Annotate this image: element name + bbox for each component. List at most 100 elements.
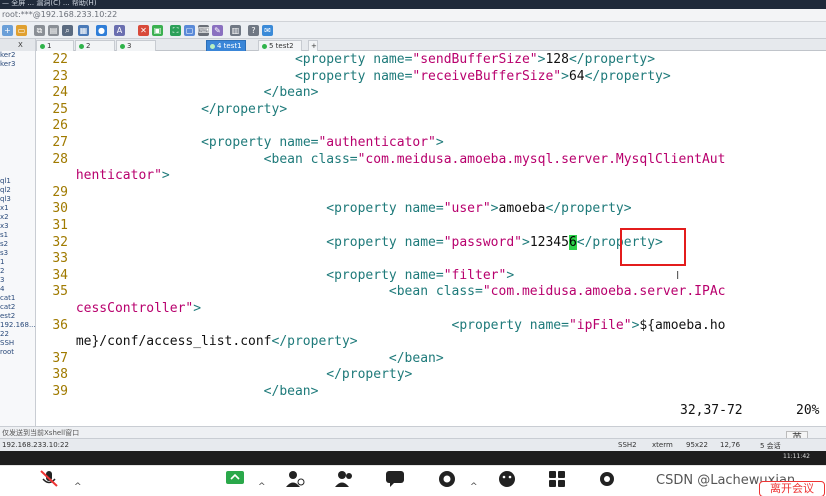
session-tree-item[interactable]: 192.168...: [0, 321, 35, 330]
annotation-highlight-box: [620, 228, 686, 266]
new-session-icon[interactable]: +: [2, 25, 13, 36]
code-token: >: [161, 168, 170, 184]
tab-test2[interactable]: 5 test2: [258, 40, 302, 51]
record-icon[interactable]: [436, 469, 458, 489]
session-tree-item[interactable]: s2: [0, 240, 35, 249]
terminal-view[interactable]: 22 <property name="sendBufferSize">128</…: [36, 51, 826, 426]
session-tree-item[interactable]: [0, 69, 35, 78]
session-tree-item[interactable]: x1: [0, 204, 35, 213]
session-tree-item[interactable]: [0, 87, 35, 96]
session-tree-item[interactable]: x2: [0, 213, 35, 222]
session-tree-item[interactable]: cat1: [0, 294, 35, 303]
session-tree-item[interactable]: s3: [0, 249, 35, 258]
line-number: 27: [52, 135, 68, 150]
tab-mysql1[interactable]: 1 mysql1: [36, 40, 74, 61]
members-icon[interactable]: [334, 469, 356, 489]
globe-icon[interactable]: ●: [96, 25, 107, 36]
layout-icon[interactable]: ▥: [230, 25, 241, 36]
code-token: name=: [404, 201, 444, 217]
session-tree-item[interactable]: SSH: [0, 339, 35, 348]
session-list: ker2 ker3 ql1 ql2 ql3 x1 x2 x3 s1 s2 s3 1 2 3 4 cat1 cat…: [0, 51, 35, 357]
session-tree-item[interactable]: [0, 78, 35, 87]
terminal-line: 27 <property name="authenticator">: [36, 135, 443, 152]
code-token: "user": [443, 201, 491, 217]
session-tree-item[interactable]: root: [0, 348, 35, 357]
chat-bubble-icon[interactable]: [384, 469, 406, 489]
code-token: me}/conf/access_list.conf: [75, 334, 272, 350]
chat-icon[interactable]: ✉: [262, 25, 273, 36]
code-token: "filter": [443, 267, 507, 283]
participants-icon[interactable]: [284, 469, 306, 489]
session-tree-item[interactable]: s1: [0, 231, 35, 240]
session-tree-item[interactable]: 4: [0, 285, 35, 294]
terminal-line: 39 </bean>: [36, 384, 318, 401]
line-number: 37: [52, 350, 68, 366]
xshell-icon[interactable]: ▣: [152, 25, 163, 36]
keyboard-icon[interactable]: ⌨: [198, 25, 210, 36]
session-tree-item[interactable]: ker2: [0, 51, 35, 60]
session-tree-item[interactable]: [0, 123, 35, 132]
session-tree-item[interactable]: ql3: [0, 195, 35, 204]
session-tree-item[interactable]: cat2: [0, 303, 35, 312]
session-tree-item[interactable]: est2: [0, 312, 35, 321]
mic-muted-icon[interactable]: [38, 469, 60, 489]
send-hint-bar[interactable]: 仅发送到当前Xshell窗口: [0, 426, 826, 438]
terminal-line: 25 </property>: [36, 102, 287, 119]
address-bar[interactable]: root:***@192.168.233.10:22: [0, 9, 826, 22]
paste-icon[interactable]: ▤: [48, 25, 59, 36]
share-screen-icon[interactable]: [224, 469, 246, 489]
session-tree-item[interactable]: x3: [0, 222, 35, 231]
session-tree-item[interactable]: [0, 168, 35, 177]
properties-icon[interactable]: ▦: [78, 25, 89, 36]
session-tree-item[interactable]: [0, 132, 35, 141]
mic-options-caret-icon[interactable]: ^: [74, 482, 82, 492]
font-icon[interactable]: A: [114, 25, 125, 36]
session-tree-item[interactable]: 22: [0, 330, 35, 339]
search-icon[interactable]: ⌕: [62, 25, 73, 36]
record-options-caret-icon[interactable]: ^: [470, 482, 478, 492]
session-tree-item[interactable]: ql1: [0, 177, 35, 186]
terminal-line: 37 </bean>: [36, 350, 443, 368]
open-folder-icon[interactable]: ▭: [16, 25, 27, 36]
status-dot-icon: [40, 44, 45, 49]
script-icon[interactable]: ✎: [212, 25, 223, 36]
new-tab-button[interactable]: +: [308, 40, 318, 51]
code-token: cessController": [75, 301, 194, 316]
session-tree-item[interactable]: [0, 150, 35, 159]
session-tree-item[interactable]: [0, 114, 35, 123]
terminal-line: me}/conf/access_list.conf</property>: [36, 334, 358, 351]
code-token: <property: [326, 234, 405, 250]
code-token: >: [193, 301, 202, 316]
session-tree-item[interactable]: 3: [0, 276, 35, 285]
session-tree-item[interactable]: ql2: [0, 186, 35, 195]
code-token: "password": [443, 234, 522, 250]
help-icon[interactable]: ?: [248, 25, 259, 36]
status-bar: 192.168.233.10:22 SSH2 xterm 95x22 12,76…: [0, 438, 826, 451]
xftp-icon[interactable]: ✕: [138, 25, 149, 36]
leave-meeting-button[interactable]: 离开会议: [759, 481, 825, 496]
tab-test1[interactable]: 4 test1: [206, 40, 246, 51]
tab-mysql3[interactable]: 3 mysql3: [116, 40, 156, 61]
session-tree-item[interactable]: 1: [0, 258, 35, 267]
copy-icon[interactable]: ⧉: [34, 25, 45, 36]
line-number: 31: [52, 218, 68, 233]
share-options-caret-icon[interactable]: ^: [258, 482, 266, 492]
line-number: 35: [52, 284, 68, 300]
lock-icon[interactable]: ▢: [184, 25, 195, 36]
session-tree-item[interactable]: [0, 159, 35, 168]
session-tree-item[interactable]: [0, 105, 35, 114]
code-token: "com.meidusa.amoeba.mysql.server.MysqlCl…: [357, 151, 726, 167]
session-tree-item[interactable]: 2: [0, 267, 35, 276]
apps-icon[interactable]: [546, 469, 568, 489]
session-tree-item[interactable]: ker3: [0, 60, 35, 69]
settings-gear-icon[interactable]: [596, 469, 618, 489]
fullscreen-icon[interactable]: ⛶: [170, 25, 181, 36]
line-number: 33: [52, 251, 68, 267]
tab-mysql2[interactable]: 2 mysql2: [75, 40, 115, 61]
reactions-icon[interactable]: [496, 469, 518, 489]
session-tree-item[interactable]: [0, 96, 35, 105]
session-tree-item[interactable]: [0, 141, 35, 150]
